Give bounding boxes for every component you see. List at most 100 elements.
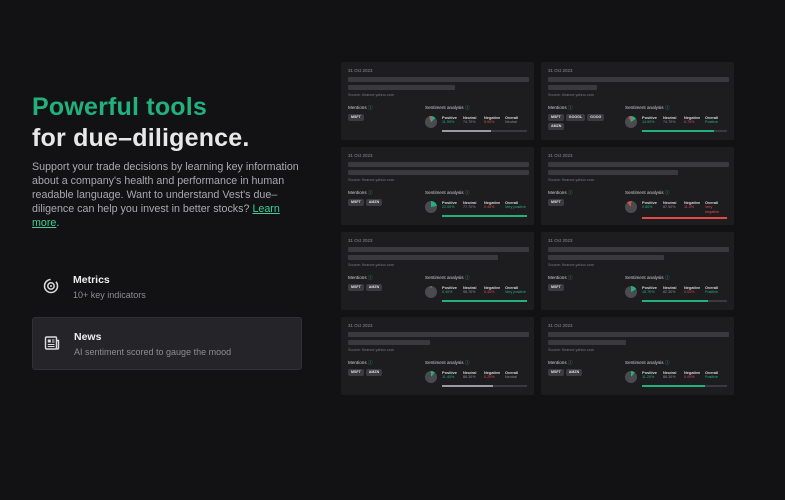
sentiment-label: Sentiment analysis ⓘ	[625, 275, 670, 280]
sentiment-progress	[442, 130, 527, 132]
positive-value: 0.40%	[442, 290, 453, 294]
news-card[interactable]: 31 Oct 2023 Source: finance.yahoo.com Me…	[541, 232, 734, 310]
negative-value: 0.40%	[484, 290, 495, 294]
ticker-chip[interactable]: GOOG	[587, 114, 605, 121]
ticker-chip[interactable]: MSFT	[348, 199, 364, 206]
sentiment-pie-icon	[625, 201, 637, 213]
ticker-chip[interactable]: MSFT	[348, 284, 364, 291]
news-date: 31 Oct 2023	[548, 153, 573, 158]
ticker-chip[interactable]: GOOGL	[565, 114, 586, 121]
headline-placeholder	[348, 247, 529, 252]
neutral-value: 87.90%	[663, 205, 676, 209]
news-source: Source: finance.yahoo.com	[348, 263, 395, 267]
headline-placeholder	[348, 77, 529, 82]
news-card[interactable]: 31 Oct 2023 Source: finance.yahoo.com Me…	[341, 317, 534, 395]
mentions-section: Mentions ⓘ MSFT	[348, 105, 425, 132]
ticker-chip[interactable]: AMZN	[365, 369, 383, 376]
news-source: Source: finance.yahoo.com	[348, 178, 395, 182]
feature-news[interactable]: News AI sentiment scored to gauge the mo…	[32, 317, 302, 370]
ticker-chip[interactable]: MSFT	[348, 369, 364, 376]
ticker-chip[interactable]: AMZN	[365, 284, 383, 291]
headline-placeholder	[548, 332, 729, 337]
feature-subtitle: AI sentiment scored to gauge the mood	[74, 347, 232, 357]
news-card[interactable]: 31 Oct 2023 Source: finance.yahoo.com Me…	[541, 62, 734, 140]
negative-value: 0.00%	[684, 290, 695, 294]
news-date: 31 Oct 2023	[348, 323, 373, 328]
sentiment-progress-fill	[442, 130, 492, 132]
feature-list: Metrics 10+ key indicators News AI senti…	[32, 266, 302, 370]
mentions-label: Mentions ⓘ	[548, 190, 573, 195]
headline-placeholder	[548, 247, 729, 252]
news-card[interactable]: 31 Oct 2023 Source: finance.yahoo.com Me…	[541, 147, 734, 225]
negative-value: 6.70%	[684, 120, 695, 124]
positive-value: 22.00%	[442, 205, 455, 209]
info-icon: ⓘ	[567, 105, 573, 110]
mentions-label: Mentions ⓘ	[348, 190, 373, 195]
card-bottom: Mentions ⓘ MSFT AMZN Sentiment analysis ⓘ…	[348, 360, 528, 387]
ticker-chips: MSFT	[348, 114, 418, 121]
info-icon: ⓘ	[664, 190, 670, 195]
ticker-chip[interactable]: MSFT	[548, 114, 564, 121]
neutral-value: 88.30%	[463, 375, 476, 379]
ticker-chip[interactable]: MSFT	[548, 369, 564, 376]
mentions-label: Mentions ⓘ	[548, 275, 573, 280]
headline-placeholder	[348, 162, 529, 167]
sentiment-progress	[642, 300, 727, 302]
headline-placeholder	[548, 340, 626, 345]
ticker-chip[interactable]: MSFT	[548, 199, 564, 206]
card-bottom: Mentions ⓘ MSFT Sentiment analysis ⓘ Pos…	[548, 190, 728, 219]
headline-placeholder	[348, 170, 529, 175]
info-icon: ⓘ	[367, 360, 373, 365]
news-source: Source: finance.yahoo.com	[548, 348, 595, 352]
ticker-chip[interactable]: AMZN	[365, 199, 383, 206]
sentiment-pie-icon	[625, 371, 637, 383]
news-card[interactable]: 31 Oct 2023 Source: finance.yahoo.com Me…	[541, 317, 734, 395]
sentiment-progress-fill	[442, 385, 493, 387]
news-card[interactable]: 31 Oct 2023 Source: finance.yahoo.com Me…	[341, 232, 534, 310]
hero-title-green: Powerful tools	[32, 93, 208, 121]
hero-period: .	[56, 217, 60, 229]
overall-value: Very positive	[505, 290, 526, 294]
positive-value: 16.70%	[642, 290, 655, 294]
news-source: Source: finance.yahoo.com	[348, 93, 395, 97]
ticker-chips: MSFT GOOGL GOOG AMZN	[548, 114, 618, 130]
info-icon: ⓘ	[664, 275, 670, 280]
mentions-label: Mentions ⓘ	[548, 105, 573, 110]
headline-placeholder	[348, 85, 455, 90]
mentions-section: Mentions ⓘ MSFT AMZN	[348, 190, 425, 217]
ticker-chip[interactable]: AMZN	[565, 369, 583, 376]
news-source: Source: finance.yahoo.com	[548, 178, 595, 182]
positive-value: 11.20%	[642, 375, 655, 379]
sentiment-label: Sentiment analysis ⓘ	[425, 105, 470, 110]
feature-title: News	[74, 331, 102, 343]
ticker-chip[interactable]: MSFT	[548, 284, 564, 291]
sentiment-progress	[442, 300, 527, 302]
news-card[interactable]: 31 Oct 2023 Source: finance.yahoo.com Me…	[341, 62, 534, 140]
neutral-value: 82.30%	[663, 290, 676, 294]
info-icon: ⓘ	[567, 275, 573, 280]
sentiment-label: Sentiment analysis ⓘ	[625, 360, 670, 365]
mentions-label: Mentions ⓘ	[548, 360, 573, 365]
news-date: 31 Oct 2023	[548, 238, 573, 243]
news-card[interactable]: 31 Oct 2023 Source: finance.yahoo.com Me…	[341, 147, 534, 225]
info-icon: ⓘ	[464, 105, 470, 110]
negative-value: 0.00%	[684, 375, 695, 379]
overall-value: Positive	[705, 120, 718, 124]
headline-placeholder	[348, 255, 498, 260]
info-icon: ⓘ	[464, 190, 470, 195]
feature-metrics[interactable]: Metrics 10+ key indicators	[32, 266, 302, 304]
sentiment-pie-icon	[425, 201, 437, 213]
sentiment-label: Sentiment analysis ⓘ	[425, 360, 470, 365]
news-source: Source: finance.yahoo.com	[348, 348, 395, 352]
negative-value: 5.00%	[484, 120, 495, 124]
news-source: Source: finance.yahoo.com	[548, 93, 595, 97]
card-bottom: Mentions ⓘ MSFT AMZN Sentiment analysis ⓘ…	[548, 360, 728, 387]
feature-subtitle: 10+ key indicators	[73, 290, 146, 300]
ticker-chip[interactable]: AMZN	[548, 123, 565, 130]
sentiment-label: Sentiment analysis ⓘ	[425, 275, 470, 280]
sentiment-label: Sentiment analysis ⓘ	[625, 190, 670, 195]
card-bottom: Mentions ⓘ MSFT Sentiment analysis ⓘ Pos…	[348, 105, 528, 132]
card-bottom: Mentions ⓘ MSFT AMZN Sentiment analysis ⓘ…	[348, 190, 528, 217]
ticker-chip[interactable]: MSFT	[348, 114, 364, 121]
news-date: 31 Oct 2023	[348, 238, 373, 243]
